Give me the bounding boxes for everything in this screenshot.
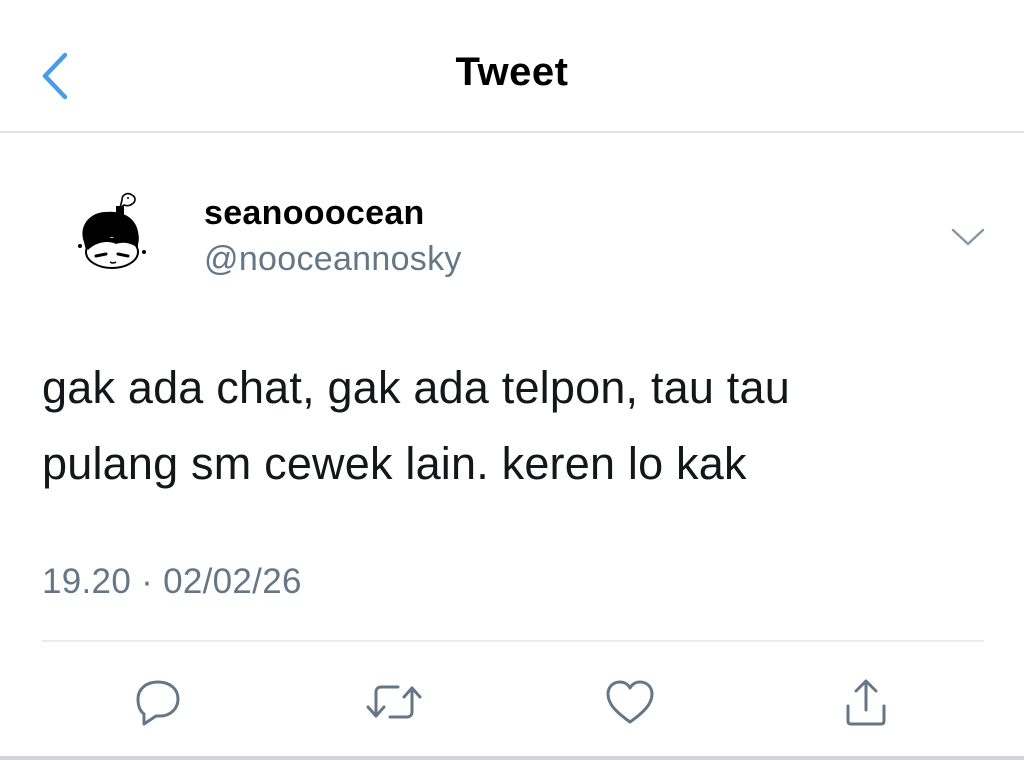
retweet-icon bbox=[366, 685, 422, 719]
author-handle[interactable]: @nooceannosky bbox=[204, 240, 462, 279]
avatar-illustration bbox=[78, 192, 146, 269]
tweet-text-line: pulang sm cewek lain. keren lo kak bbox=[42, 438, 747, 489]
tweet-timestamp: 19.20 · 02/02/26 bbox=[42, 562, 302, 601]
tweet-detail-screen: Tweet seanooocean @nooceannosky gak ada … bbox=[0, 0, 1024, 760]
retweet-button[interactable] bbox=[364, 672, 424, 732]
screen-bottom-edge bbox=[0, 756, 1024, 760]
tweet-text: gak ada chat, gak ada telpon, tau tau pu… bbox=[42, 350, 992, 502]
share-icon bbox=[846, 679, 886, 726]
more-options-button[interactable] bbox=[944, 220, 992, 254]
avatar[interactable] bbox=[72, 186, 150, 276]
page-title: Tweet bbox=[455, 50, 569, 94]
tweet-text-line: gak ada chat, gak ada telpon, tau tau bbox=[42, 362, 790, 413]
reply-button[interactable] bbox=[128, 672, 188, 732]
reply-icon bbox=[136, 680, 180, 726]
like-button[interactable] bbox=[600, 672, 660, 732]
divider bbox=[42, 640, 984, 642]
author-display-name[interactable]: seanooocean bbox=[204, 194, 425, 233]
chevron-down-icon bbox=[951, 228, 985, 246]
top-bar: Tweet bbox=[0, 0, 1024, 133]
heart-icon bbox=[606, 680, 654, 724]
share-button[interactable] bbox=[836, 672, 896, 732]
